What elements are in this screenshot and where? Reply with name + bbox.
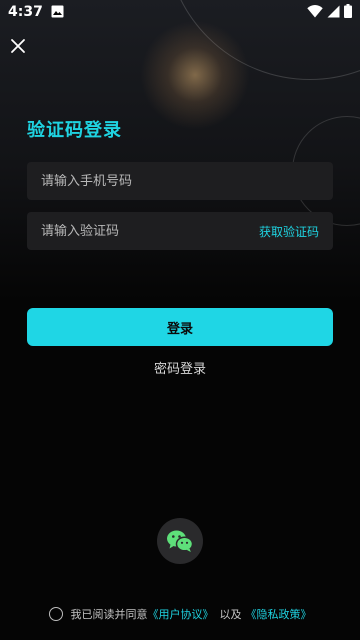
status-time: 4:37	[8, 4, 43, 20]
agreement-connector: 以及	[219, 608, 242, 621]
wechat-login-button[interactable]	[157, 518, 203, 564]
image-icon	[51, 3, 64, 22]
page-title: 验证码登录	[27, 120, 122, 141]
close-button[interactable]	[6, 34, 30, 58]
login-button[interactable]: 登录	[27, 308, 333, 346]
status-bar-right	[307, 3, 352, 22]
battery-icon	[344, 3, 352, 22]
agreement-checkbox[interactable]	[48, 607, 63, 621]
code-input[interactable]	[41, 223, 259, 239]
password-login-link[interactable]: 密码登录	[0, 358, 360, 377]
wifi-icon	[307, 3, 323, 22]
privacy-policy-link[interactable]: 《隐私政策》	[246, 606, 312, 622]
agreement-row: 我已阅读并同意 《用户协议》 以及 《隐私政策》	[0, 606, 360, 622]
get-code-button[interactable]: 获取验证码	[259, 223, 319, 240]
status-bar: 4:37	[0, 0, 360, 24]
login-screen: 4:37 验证码登录 请输入手机号码 请输入验证码 获取验证码 登录 密码登录 …	[0, 0, 360, 640]
agreement-prefix: 我已阅读并同意	[70, 608, 148, 621]
signal-icon	[327, 3, 340, 22]
wechat-icon	[167, 530, 194, 552]
close-icon	[11, 39, 25, 53]
code-field[interactable]: 获取验证码	[27, 212, 333, 250]
phone-input[interactable]	[41, 173, 319, 189]
phone-field[interactable]	[27, 162, 333, 200]
user-agreement-link[interactable]: 《用户协议》	[148, 606, 214, 622]
status-bar-left: 4:37	[8, 3, 64, 22]
